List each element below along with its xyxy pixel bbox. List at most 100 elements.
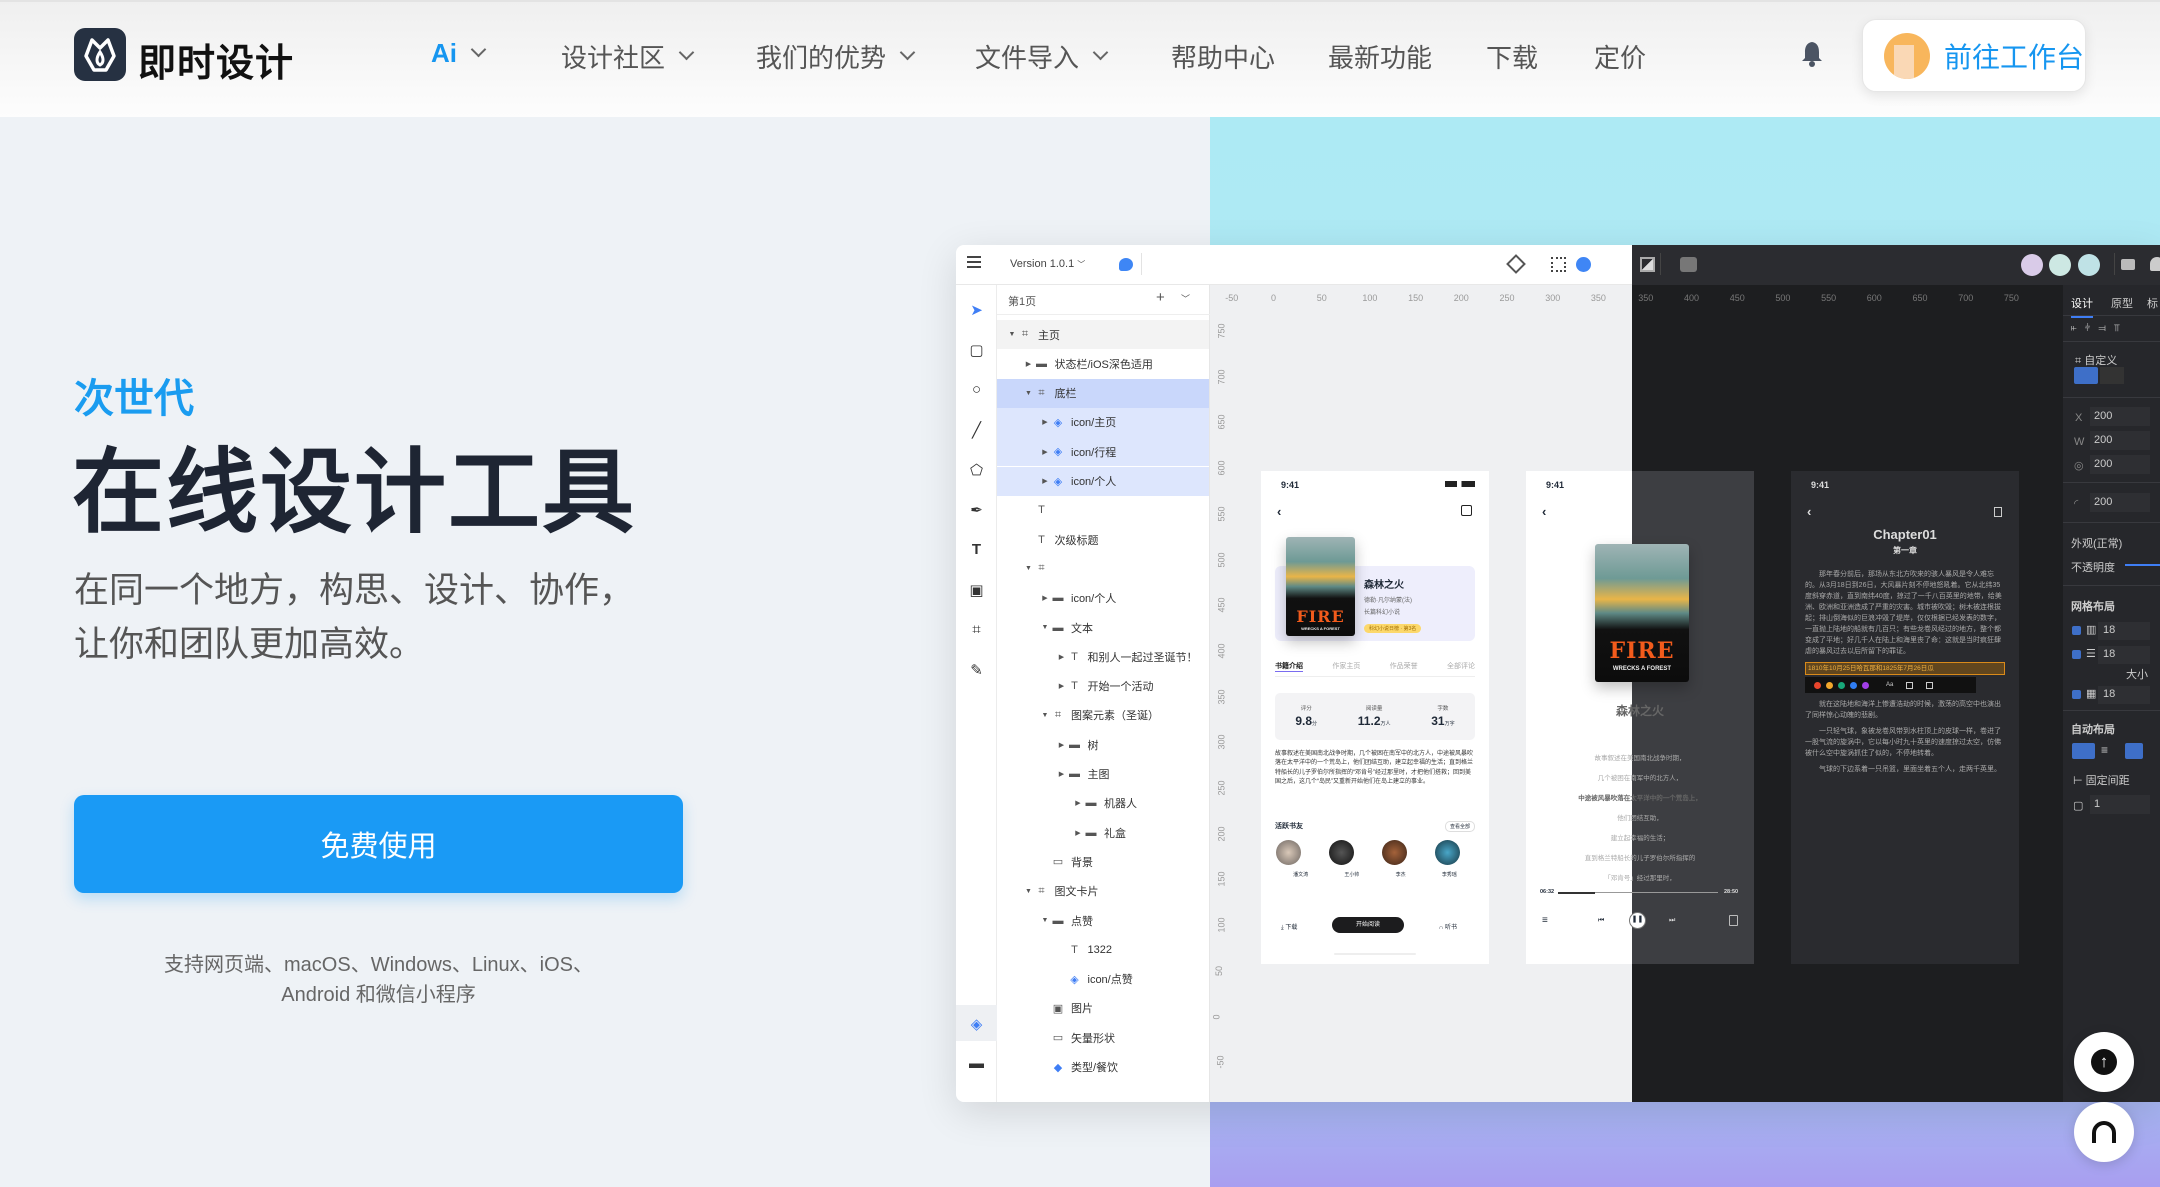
layer-row[interactable]: ◈ icon/点赞 [997,965,1209,994]
layer-row[interactable]: T 1322 [997,935,1209,964]
vertical-layout-button[interactable]: ≡ [2101,743,2108,757]
font-style-button[interactable]: Aa [1886,682,1893,688]
friend-avatar[interactable] [1276,840,1301,865]
grid-size-input[interactable]: 18 [2098,686,2150,704]
layer-row[interactable]: ▼ ⌗ 底栏 [997,378,1209,408]
chevron-right-icon[interactable]: ▶ [1040,418,1050,426]
chevron-down-icon[interactable]: ﹀ [1181,292,1190,305]
nav-help-center[interactable]: 帮助中心 [1171,38,1275,75]
horizontal-layout-button[interactable] [2072,743,2095,759]
friend-avatar[interactable] [1435,840,1460,865]
align-left-button[interactable] [2125,743,2143,759]
friend-avatar[interactable] [1329,840,1354,865]
logo-text[interactable]: 即时设计 [138,32,294,87]
free-use-button[interactable]: 免费使用 [74,795,683,893]
rotation-input[interactable]: 200 [2090,455,2150,474]
nav-design-community[interactable]: 设计社区 [561,38,695,75]
frame-preset[interactable]: ⌗ 自定义 [2075,352,2117,368]
chevron-right-icon[interactable]: ▶ [1040,477,1050,485]
bookmark-icon[interactable] [1994,507,2002,517]
layer-row[interactable]: ▼ ⌗ 主页 [997,320,1209,349]
nav-download[interactable]: 下载 [1486,38,1538,75]
layer-row[interactable]: ▶ ▬ icon/个人 [997,584,1209,613]
page-selector[interactable]: 第1页 + ﹀ [997,285,1210,315]
move-tool-icon[interactable]: ➤ [966,299,987,320]
opacity-slider[interactable] [2125,564,2160,566]
listen-button[interactable]: ∩ 听书 [1439,922,1457,931]
text-tool-icon[interactable]: T [966,539,987,560]
polygon-tool-icon[interactable]: ⬠ [966,459,987,480]
back-icon[interactable]: ‹ [1277,504,1281,519]
layer-row[interactable]: ▭ 背景 [997,847,1209,876]
highlight-color-swatch[interactable] [1838,681,1845,689]
tab-annotate[interactable]: 标 [2147,295,2158,311]
layer-row[interactable]: ▶ ◈ icon/行程 [997,437,1209,467]
view-all-button[interactable]: 查看全部 [1445,821,1476,832]
back-icon[interactable]: ‹ [1807,504,1811,519]
nav-whats-new[interactable]: 最新功能 [1328,38,1432,75]
phone-audiobook-player[interactable]: 9:41 ‹ FIRE WRECKS A FOREST 森林之火 故事叙述在美国… [1526,471,1754,964]
copy-icon[interactable] [1906,681,1914,689]
chevron-down-icon[interactable]: ▼ [1040,917,1050,924]
layer-row[interactable]: ▶ ▬ 树 [997,730,1209,759]
chevron-down-icon[interactable]: ▼ [1024,390,1034,397]
add-page-icon[interactable]: + [1156,289,1165,306]
layer-row[interactable]: ▼ ▬ 点赞 [997,906,1209,935]
nav-pricing[interactable]: 定价 [1594,38,1646,75]
corner-radius-input[interactable]: 200 [2090,493,2150,512]
x-input[interactable]: 200 [2090,407,2150,426]
friend-avatar[interactable] [1382,840,1407,865]
layer-row[interactable]: T [997,496,1209,525]
chevron-right-icon[interactable]: ▶ [1073,799,1083,807]
back-icon[interactable]: ‹ [1542,504,1546,519]
menu-icon[interactable] [967,256,981,268]
version-dropdown[interactable]: Version 1.0.1 ﹀ [1010,258,1085,270]
download-button[interactable]: ⤓ 下载 [1281,922,1297,932]
chevron-down-icon[interactable]: ▼ [1007,331,1017,338]
grid-type-icon[interactable]: ▦ [2086,687,2096,700]
component-icon[interactable] [1506,254,1526,274]
highlighted-text[interactable]: 1810年10月25日哈瓦那和1825年7月26日瓜 [1805,662,2005,675]
share-icon[interactable] [1461,505,1472,516]
chevron-down-icon[interactable]: ▼ [1024,888,1034,895]
grid-checkbox[interactable] [2072,626,2081,635]
chevron-down-icon[interactable]: ▼ [1024,565,1034,572]
spacing-input[interactable]: 1 [2090,795,2150,814]
ellipse-tool-icon[interactable]: ○ [966,379,987,400]
highlight-color-swatch[interactable] [1814,681,1821,689]
collaborator-avatar[interactable] [2021,254,2043,276]
customer-support-button[interactable] [2074,1102,2134,1162]
collaborator-avatar[interactable] [2078,254,2100,276]
pause-button[interactable]: ❚❚ [1629,912,1646,929]
frame-icon[interactable] [1551,257,1566,272]
grid-checkbox[interactable] [2072,690,2081,699]
layer-row[interactable]: ▶ ▬ 状态栏/iOS深色适用 [997,349,1209,378]
nav-file-import[interactable]: 文件导入 [975,38,1109,75]
chevron-right-icon[interactable]: ▶ [1073,829,1083,837]
share-icon[interactable] [1926,681,1934,689]
line-tool-icon[interactable]: ╱ [966,419,987,440]
frame-tool-icon[interactable]: ⌗ [966,619,987,640]
chevron-right-icon[interactable]: ▶ [1057,770,1067,778]
go-to-workspace-button[interactable]: 前往工作台 [1862,19,2086,92]
scroll-to-top-button[interactable]: ↑ [2074,1032,2134,1092]
fixed-spacing[interactable]: ⊢ 固定间距 [2073,772,2130,788]
progress-slider[interactable] [1558,891,1718,894]
book-icon[interactable] [1729,915,1738,926]
next-icon[interactable]: ⏭ [1669,917,1675,925]
layer-row[interactable]: ▼ ⌗ 图文卡片 [997,877,1209,906]
appearance-dropdown[interactable]: 外观(正常) [2071,535,2122,551]
tab-intro[interactable]: 书籍介绍 [1275,661,1303,672]
tab-author[interactable]: 作家主页 [1332,661,1360,672]
highlight-color-swatch[interactable] [1862,681,1869,689]
assets-folder-icon[interactable]: ▬ [966,1053,987,1074]
chevron-right-icon[interactable]: ▶ [1024,360,1034,368]
layer-row[interactable]: ▶ T 和别人一起过圣诞节！ [997,642,1209,671]
phone-book-detail[interactable]: 9:41 ‹ FIRE WRECKS A FOREST 森林之火 德勒·凡尔纳蒙… [1261,471,1489,964]
pen-tool-icon[interactable]: ✒ [966,499,987,520]
users-icon[interactable] [2150,257,2160,271]
layer-row[interactable]: ▭ 矢量形状 [997,1023,1209,1052]
bell-icon[interactable] [1800,40,1824,68]
prototype-icon[interactable] [1576,257,1591,272]
layer-row[interactable]: ◆ 类型/餐饮 [997,1053,1209,1082]
